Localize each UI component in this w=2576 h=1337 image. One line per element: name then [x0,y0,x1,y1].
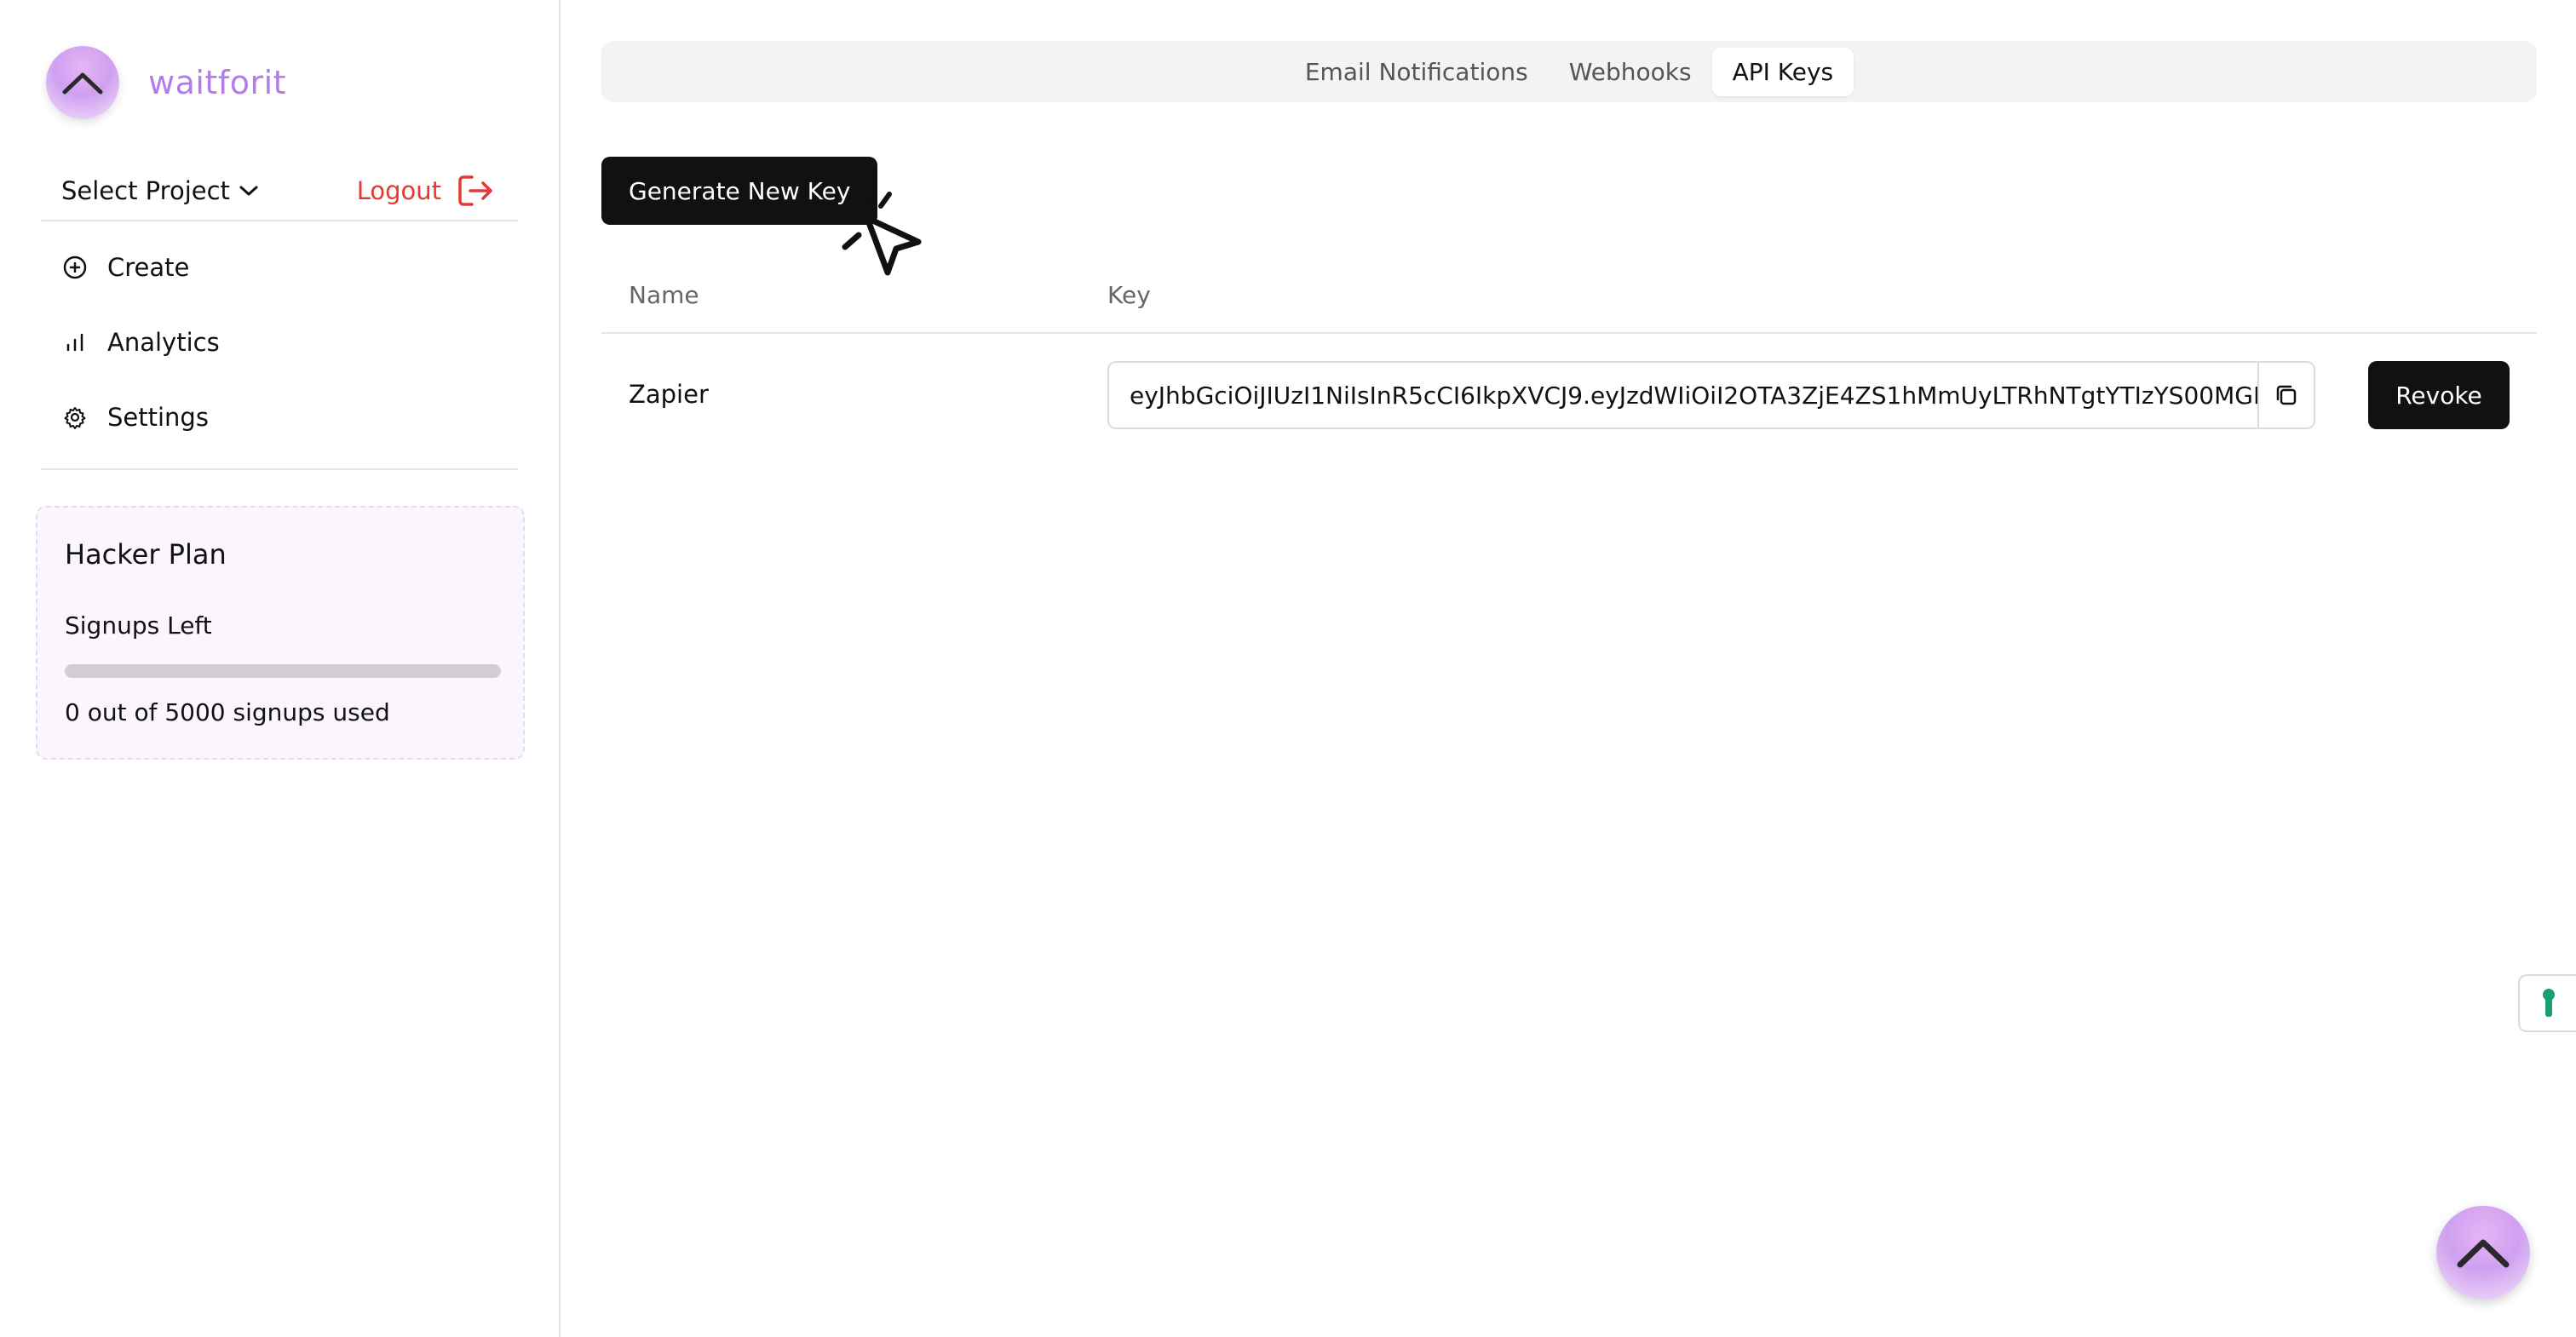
settings-tabs: Email Notifications Webhooks API Keys [601,41,2537,102]
chevron-up-icon [2457,1239,2510,1268]
scroll-to-top-button[interactable] [2436,1206,2530,1300]
sidebar-item-label: Create [107,253,190,282]
brand-name: waitforit [148,64,287,101]
copy-icon [2276,385,2297,405]
plus-circle-icon [61,254,89,281]
signups-progress-bar [65,664,501,678]
sidebar-item-analytics[interactable]: Analytics [61,305,220,380]
sidebar: waitforit Select Project Logout Create A… [0,0,561,1337]
logout-button[interactable]: Logout [357,174,518,208]
brand[interactable]: waitforit [46,46,286,119]
api-keys-table-header: Name Key [601,264,2537,334]
table-row: Zapier eyJhbGciOiJIUzI1NiIsInR5cCI6IkpXV… [601,334,2537,453]
gear-icon [61,404,89,431]
sidebar-item-label: Settings [107,403,209,432]
select-project-dropdown[interactable]: Select Project [41,176,259,205]
column-header-key: Key [1107,281,1151,309]
plan-card: Hacker Plan Signups Left 0 out of 5000 s… [36,506,525,760]
logout-icon [458,175,492,206]
tab-api-keys[interactable]: API Keys [1711,47,1854,96]
sidebar-item-settings[interactable]: Settings [61,380,220,455]
column-header-name: Name [629,281,699,309]
plan-subtitle: Signups Left [65,611,212,640]
tab-email-notifications[interactable]: Email Notifications [1285,48,1549,96]
chevron-up-icon [46,46,119,119]
sidebar-item-create[interactable]: Create [61,230,220,305]
revoke-button[interactable]: Revoke [2368,361,2510,429]
key-name: Zapier [629,380,709,409]
chevron-down-icon [239,186,258,196]
project-row: Select Project Logout [41,162,518,221]
logout-label: Logout [356,176,441,205]
feedback-widget[interactable] [2518,974,2576,1032]
tab-webhooks[interactable]: Webhooks [1549,48,1712,96]
copy-button[interactable] [2257,363,2314,427]
api-key-field[interactable]: eyJhbGciOiJIUzI1NiIsInR5cCI6IkpXVCJ9.eyJ… [1107,361,2315,429]
sidebar-nav: Create Analytics Settings [61,230,220,455]
keyhole-icon [2543,989,2555,1017]
api-key-value[interactable]: eyJhbGciOiJIUzI1NiIsInR5cCI6IkpXVCJ9.eyJ… [1109,382,2257,410]
sidebar-item-label: Analytics [107,328,220,357]
plan-usage-text: 0 out of 5000 signups used [65,698,390,726]
bar-chart-icon [61,329,89,356]
sidebar-divider [41,468,518,470]
plan-title: Hacker Plan [65,538,227,571]
select-project-label: Select Project [61,176,230,205]
